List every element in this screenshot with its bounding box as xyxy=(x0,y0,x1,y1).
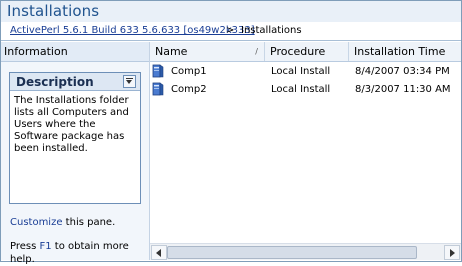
help-line: Press F1 to obtain more help. xyxy=(10,240,140,266)
help-prefix: Press xyxy=(10,241,40,252)
breadcrumb-link[interactable]: ActivePerl 5.6.1 Build 633 5.6.633 [os49… xyxy=(10,25,255,36)
help-key-link[interactable]: F1 xyxy=(40,241,52,252)
arrow-right-icon xyxy=(450,249,455,257)
computer-icon xyxy=(152,64,164,78)
row-procedure: Local Install xyxy=(271,66,331,77)
breadcrumb-separator: > xyxy=(226,25,235,36)
column-procedure-label: Procedure xyxy=(270,45,326,58)
customize-line: Customize this pane. xyxy=(10,217,115,228)
breadcrumb-current: Installations xyxy=(241,25,302,36)
row-name: Comp2 xyxy=(171,84,207,95)
row-name: Comp1 xyxy=(171,66,207,77)
column-header-procedure[interactable]: Procedure xyxy=(265,42,349,61)
row-procedure: Local Install xyxy=(271,84,331,95)
breadcrumb: ActivePerl 5.6.1 Build 633 5.6.633 [os49… xyxy=(1,22,461,41)
collapse-icon[interactable] xyxy=(123,75,136,88)
information-header: Information xyxy=(1,42,149,62)
column-name-label: Name xyxy=(155,45,188,58)
scroll-right-button[interactable] xyxy=(444,245,460,260)
list-row[interactable]: Comp2 Local Install 8/3/2007 11:30 AM xyxy=(150,82,461,100)
column-header-installation-time[interactable]: Installation Time xyxy=(349,42,461,61)
installations-list: Name / Procedure Installation Time Comp1… xyxy=(150,42,461,260)
list-row[interactable]: Comp1 Local Install 8/4/2007 03:34 PM xyxy=(150,64,461,82)
row-installation-time: 8/4/2007 03:34 PM xyxy=(355,66,450,77)
scroll-left-button[interactable] xyxy=(151,245,167,260)
computer-icon xyxy=(152,82,164,96)
list-header: Name / Procedure Installation Time xyxy=(150,42,461,62)
description-title: Description xyxy=(16,75,94,89)
title-bar: Installations xyxy=(1,1,461,22)
customize-suffix: this pane. xyxy=(62,217,116,228)
information-header-label: Information xyxy=(4,45,68,58)
row-installation-time: 8/3/2007 11:30 AM xyxy=(355,84,451,95)
sort-indicator-icon: / xyxy=(255,47,258,56)
column-header-name[interactable]: Name / xyxy=(150,42,265,61)
arrow-left-icon xyxy=(156,249,161,257)
information-pane: Information Description The Installation… xyxy=(1,42,150,265)
customize-link[interactable]: Customize xyxy=(10,217,63,228)
horizontal-scrollbar[interactable] xyxy=(150,243,461,260)
page-title: Installations xyxy=(7,2,100,20)
column-time-label: Installation Time xyxy=(354,45,446,58)
description-panel: Description The Installations folder lis… xyxy=(9,72,141,204)
scrollbar-thumb[interactable] xyxy=(167,246,417,259)
description-panel-header: Description xyxy=(10,73,140,91)
description-text: The Installations folder lists all Compu… xyxy=(14,95,129,154)
